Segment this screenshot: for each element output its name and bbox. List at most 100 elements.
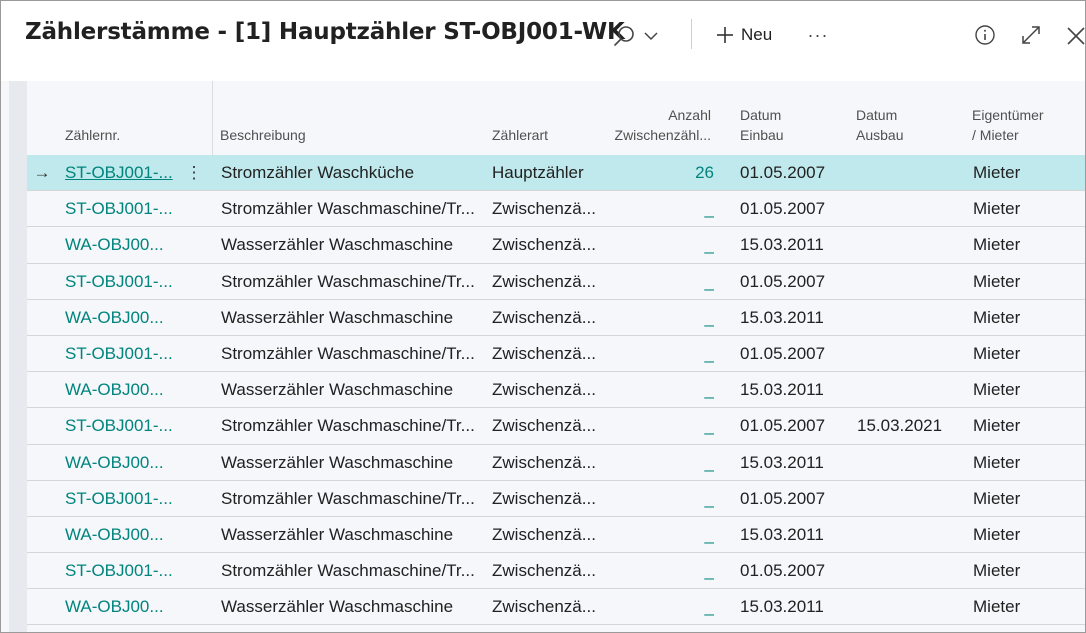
meter-type-cell: Zwischenzä... (492, 199, 596, 219)
owner-tenant-cell: Mieter (973, 524, 1021, 544)
table-row[interactable]: WA-OBJ00... Wasserzähler Waschmaschine Z… (27, 227, 1085, 264)
expand-icon[interactable] (1019, 23, 1043, 47)
meter-number-link[interactable]: WA-OBJ00... (65, 372, 177, 408)
table-row[interactable]: ST-OBJ001-... Stromzähler Waschmaschine/… (27, 408, 1085, 445)
column-header-ausbau[interactable]: Datum Ausbau (856, 105, 903, 145)
info-icon[interactable] (973, 23, 997, 47)
table-row[interactable]: ST-OBJ001-... Stromzähler Waschmaschine/… (27, 336, 1085, 373)
meter-type-cell: Zwischenzä... (492, 307, 596, 327)
removal-date-cell (857, 589, 967, 625)
meter-number-link[interactable]: WA-OBJ00... (65, 517, 177, 553)
sub-meter-count-link[interactable]: _ (607, 408, 714, 444)
description-cell: Wasserzähler Waschmaschine (221, 452, 454, 472)
removal-date-cell (857, 372, 967, 408)
column-header-beschreibung[interactable]: Beschreibung (220, 125, 306, 145)
more-icon: ··· (807, 24, 829, 45)
sub-meter-count-link[interactable]: _ (607, 336, 714, 372)
install-date-cell: 15.03.2011 (740, 524, 824, 544)
table-row[interactable]: ST-OBJ001-... Stromzähler Waschmaschine/… (27, 481, 1085, 517)
table-row[interactable]: WA-OBJ00... Wasserzähler Waschmaschine Z… (27, 517, 1085, 554)
install-date-cell: 01.05.2007 (740, 416, 826, 436)
selected-row-arrow-icon: → (33, 163, 51, 182)
owner-tenant-cell: Mieter (973, 416, 1021, 436)
page-title: Zählerstämme - [1] Hauptzähler ST-OBJ001… (25, 19, 625, 45)
meter-number-link[interactable]: ST-OBJ001-... (65, 191, 177, 227)
install-date-cell: 15.03.2011 (740, 235, 824, 255)
install-date-cell: 01.05.2007 (740, 561, 826, 581)
chevron-down-icon[interactable] (641, 25, 661, 47)
meter-number-link[interactable]: WA-OBJ00... (65, 300, 177, 336)
toolbar-divider (691, 19, 692, 49)
table-row[interactable]: ST-OBJ001-... Stromzähler Waschmaschine/… (27, 191, 1085, 228)
table-row[interactable]: → ST-OBJ001-... ⋮ Stromzähler Waschküche… (27, 155, 1085, 192)
description-cell: Stromzähler Waschmaschine/Tr... (221, 561, 475, 581)
table-row[interactable]: WA-OBJ00... Wasserzähler Waschmaschine Z… (27, 589, 1085, 626)
sub-meter-count-link[interactable]: _ (607, 589, 714, 625)
meter-number-link[interactable]: ST-OBJ001-... (65, 155, 177, 191)
row-menu-icon[interactable]: ⋮ (179, 155, 209, 191)
owner-tenant-cell: Mieter (973, 343, 1021, 363)
sub-meter-count-link[interactable]: _ (607, 264, 714, 300)
column-header-anzahl[interactable]: Anzahl Zwischenzähl... (607, 105, 711, 145)
page-header: Zählerstämme - [1] Hauptzähler ST-OBJ001… (1, 1, 1085, 71)
sub-meter-count-link[interactable]: 26 (607, 155, 714, 191)
description-cell: Stromzähler Waschmaschine/Tr... (221, 199, 475, 219)
owner-tenant-cell: Mieter (973, 271, 1021, 291)
owner-tenant-cell: Mieter (973, 199, 1021, 219)
meter-type-cell: Zwischenzä... (492, 235, 596, 255)
meter-type-cell: Zwischenzä... (492, 524, 596, 544)
meter-number-link[interactable]: WA-OBJ00... (65, 227, 177, 263)
sub-meter-count-link[interactable]: _ (607, 191, 714, 227)
column-header-einbau[interactable]: Datum Einbau (740, 105, 784, 145)
description-cell: Wasserzähler Waschmaschine (221, 235, 454, 255)
removal-date-cell (857, 191, 967, 227)
column-header-nr[interactable]: Zählernr. (65, 125, 120, 145)
search-icon[interactable] (611, 23, 637, 49)
more-actions-button[interactable]: ··· (805, 21, 831, 49)
install-date-cell: 01.05.2007 (740, 488, 826, 508)
column-header-zaehlerart[interactable]: Zählerart (492, 125, 548, 145)
table-row[interactable]: WA-OBJ00... Wasserzähler Waschmaschine Z… (27, 372, 1085, 409)
install-date-cell: 01.05.2007 (740, 163, 826, 182)
removal-date-cell (857, 517, 967, 553)
meter-type-cell: Zwischenzä... (492, 561, 596, 581)
description-cell: Wasserzähler Waschmaschine (221, 307, 454, 327)
sub-meter-count-link[interactable]: _ (607, 517, 714, 553)
removal-date-cell (857, 227, 967, 263)
install-date-cell: 01.05.2007 (740, 271, 826, 291)
meter-number-link[interactable]: WA-OBJ00... (65, 445, 177, 481)
description-cell: Stromzähler Waschmaschine/Tr... (221, 343, 475, 363)
new-button[interactable]: Neu (715, 21, 772, 49)
row-selector-strip (9, 81, 27, 632)
meter-type-cell: Zwischenzä... (492, 380, 596, 400)
meter-number-link[interactable]: ST-OBJ001-... (65, 408, 177, 444)
meter-number-link[interactable]: ST-OBJ001-... (65, 264, 177, 300)
header-divider (212, 81, 213, 155)
table-row[interactable]: WA-OBJ00... Wasserzähler Waschmaschine Z… (27, 300, 1085, 336)
description-cell: Stromzähler Waschküche (221, 163, 415, 182)
owner-tenant-cell: Mieter (973, 307, 1021, 327)
meter-number-link[interactable]: ST-OBJ001-... (65, 336, 177, 372)
column-header-eigentuemer[interactable]: Eigentümer / Mieter (972, 105, 1044, 145)
install-date-cell: 01.05.2007 (740, 343, 826, 363)
table-row[interactable]: ST-OBJ001-... Stromzähler Waschmaschine/… (27, 264, 1085, 300)
table-row[interactable]: WA-OBJ00... Wasserzähler Waschmaschine Z… (27, 445, 1085, 481)
meter-number-link[interactable]: ST-OBJ001-... (65, 553, 177, 589)
owner-tenant-cell: Mieter (973, 380, 1021, 400)
sub-meter-count-link[interactable]: _ (607, 553, 714, 589)
sub-meter-count-link[interactable]: _ (607, 372, 714, 408)
owner-tenant-cell: Mieter (973, 597, 1021, 617)
table-row[interactable]: ST-OBJ001-... Stromzähler Waschmaschine/… (27, 553, 1085, 590)
sub-meter-count-link[interactable]: _ (607, 445, 714, 481)
meter-type-cell: Zwischenzä... (492, 488, 596, 508)
meter-type-cell: Zwischenzä... (492, 597, 596, 617)
meter-number-link[interactable]: WA-OBJ00... (65, 589, 177, 625)
meter-list: Zählernr. Beschreibung Zählerart Anzahl … (27, 81, 1085, 626)
sub-meter-count-link[interactable]: _ (607, 227, 714, 263)
removal-date-cell (857, 445, 967, 481)
meter-type-cell: Zwischenzä... (492, 343, 596, 363)
meter-number-link[interactable]: ST-OBJ001-... (65, 481, 177, 517)
sub-meter-count-link[interactable]: _ (607, 300, 714, 336)
sub-meter-count-link[interactable]: _ (607, 481, 714, 517)
close-icon[interactable] (1063, 23, 1085, 47)
